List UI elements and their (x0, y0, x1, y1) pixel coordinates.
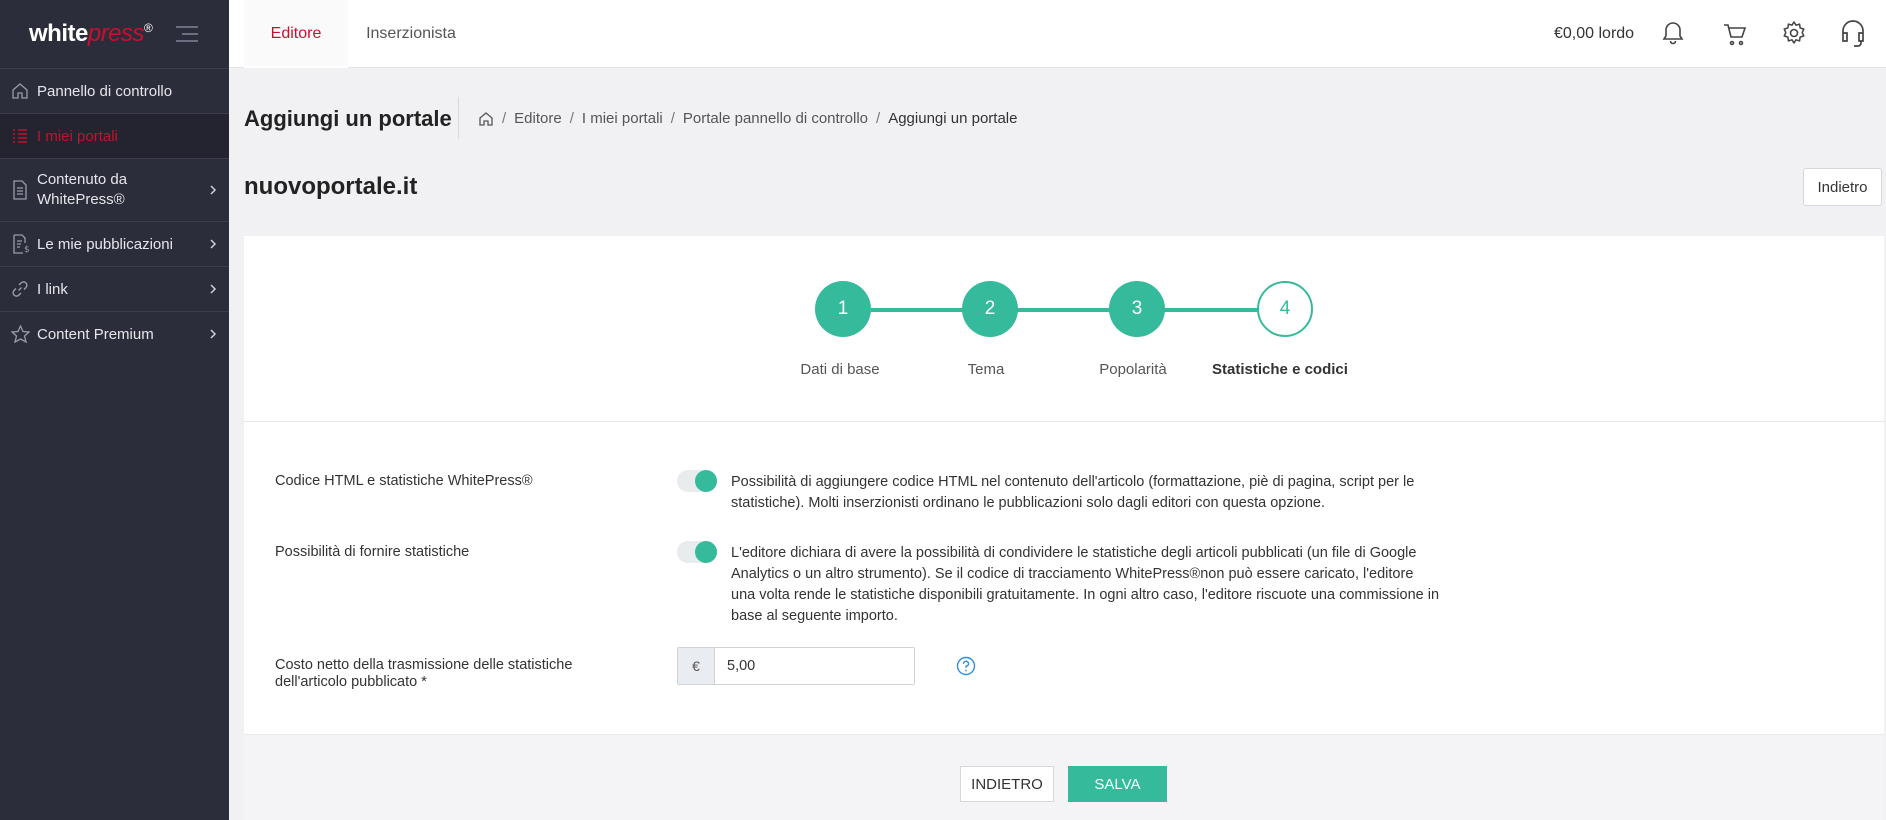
sidebar-item-links[interactable]: I link (0, 266, 229, 311)
sidebar-item-dashboard[interactable]: Pannello di controllo (0, 68, 229, 113)
breadcrumb-item[interactable]: Editore (514, 110, 562, 127)
breadcrumb-item[interactable]: Portale pannello di controllo (683, 110, 868, 127)
breadcrumb-separator: / (502, 110, 507, 127)
step-2-label: Tema (967, 361, 1005, 378)
sidebar-item-content-premium[interactable]: Content Premium (0, 311, 229, 356)
logo-text-white: white (29, 20, 88, 47)
label-line-2: dell'articolo pubblicato * (275, 674, 427, 690)
cart-icon[interactable] (1722, 20, 1748, 46)
provide-stats-description: L'editore dichiara di avere la possibili… (731, 545, 1440, 624)
invoice-icon: $ (11, 234, 31, 254)
logo-text-press: press (87, 20, 145, 47)
stats-cost-input[interactable] (715, 648, 914, 684)
breadcrumb-current: Aggiungi un portale (888, 110, 1018, 127)
chevron-right-icon (209, 328, 217, 340)
step-1-label: Dati di base (800, 361, 880, 378)
page-title: Aggiungi un portale (244, 106, 452, 131)
breadcrumb-home-icon[interactable] (478, 111, 494, 127)
chevron-right-icon (209, 238, 217, 250)
topbar: Editore Inserzionista €0,00 lordo (229, 0, 1886, 68)
provide-stats-label: Possibilità di fornire statistiche (275, 544, 470, 560)
sidebar-item-label: Le mie pubblicazioni (37, 235, 173, 253)
currency-addon: € (678, 648, 715, 684)
sidebar-item-label: I link (37, 280, 68, 298)
sidebar-nav: Pannello di controllo I miei portali Con… (0, 68, 229, 356)
stats-cost-input-group: € (677, 647, 915, 685)
home-icon (11, 82, 29, 100)
back-button-top[interactable]: Indietro (1803, 168, 1882, 206)
whitepress-logo[interactable]: whitepress® (29, 20, 153, 48)
html-stats-toggle[interactable] (677, 470, 717, 492)
save-button[interactable]: SALVA (1068, 766, 1167, 802)
header-divider (458, 97, 459, 139)
section-divider (244, 421, 1884, 422)
back-button[interactable]: INDIETRO (960, 766, 1054, 802)
sidebar-item-label: Pannello di controllo (37, 82, 173, 100)
sidebar: whitepress® Pannello di controllo I miei… (0, 0, 229, 820)
sidebar-item-my-publications[interactable]: $ Le mie pubblicazioni (0, 221, 229, 266)
step-4-circle[interactable]: 4 (1257, 281, 1313, 337)
brand: whitepress® (0, 0, 229, 68)
sidebar-item-label: Content Premium (37, 325, 154, 343)
stats-cost-label: Costo netto della trasmissione delle sta… (275, 657, 572, 691)
step-connector (1164, 308, 1259, 312)
form-footer: INDIETRO SALVA (244, 734, 1884, 820)
tab-editore[interactable]: Editore (244, 0, 348, 68)
portal-name: nuovoportale.it (244, 173, 418, 200)
step-connector (871, 308, 964, 312)
balance-display[interactable]: €0,00 lordo (1554, 0, 1634, 68)
step-4-label: Statistiche e codici (1212, 361, 1348, 378)
step-3-circle[interactable]: 3 (1109, 281, 1165, 337)
breadcrumb-separator: / (670, 110, 675, 127)
list-icon (11, 127, 29, 145)
breadcrumb-item[interactable]: I miei portali (582, 110, 663, 127)
label-line-1: Contenuto da (37, 171, 128, 188)
svg-text:$: $ (24, 245, 30, 254)
headset-icon[interactable] (1839, 18, 1867, 48)
label-line-2: WhitePress® (37, 191, 125, 208)
chevron-right-icon (209, 184, 217, 196)
toggle-knob (695, 541, 717, 563)
sidebar-item-my-portals[interactable]: I miei portali (0, 113, 229, 158)
bell-icon[interactable] (1661, 20, 1685, 46)
help-icon[interactable] (956, 656, 976, 676)
breadcrumb-separator: / (569, 110, 574, 127)
menu-toggle-icon[interactable] (172, 24, 200, 44)
link-icon (11, 280, 29, 298)
sidebar-item-whitepress-content[interactable]: Contenuto da WhitePress® (0, 158, 229, 221)
step-2-circle[interactable]: 2 (962, 281, 1018, 337)
html-stats-description: Possibilità di aggiungere codice HTML ne… (731, 474, 1415, 511)
star-icon (11, 325, 30, 343)
step-connector (1017, 308, 1112, 312)
sidebar-item-label: Contenuto da WhitePress® (37, 170, 127, 210)
label-line-1: Costo netto della trasmissione delle sta… (275, 657, 573, 673)
step-1-circle[interactable]: 1 (815, 281, 871, 337)
breadcrumb: / Editore / I miei portali / Portale pan… (478, 110, 1017, 127)
toggle-knob (695, 470, 717, 492)
document-icon (11, 180, 29, 200)
logo-mark: ® (144, 21, 153, 35)
sidebar-item-label: I miei portali (37, 127, 118, 145)
provide-stats-toggle[interactable] (677, 541, 717, 563)
chevron-right-icon (209, 283, 217, 295)
html-stats-label: Codice HTML e statistiche WhitePress® (275, 473, 533, 489)
wizard-card: 1 2 3 4 Dati di base Tema Popolarità Sta… (244, 236, 1884, 820)
breadcrumb-separator: / (876, 110, 881, 127)
gear-icon[interactable] (1781, 20, 1807, 46)
step-3-label: Popolarità (1099, 361, 1167, 378)
tab-inserzionista[interactable]: Inserzionista (355, 0, 467, 68)
